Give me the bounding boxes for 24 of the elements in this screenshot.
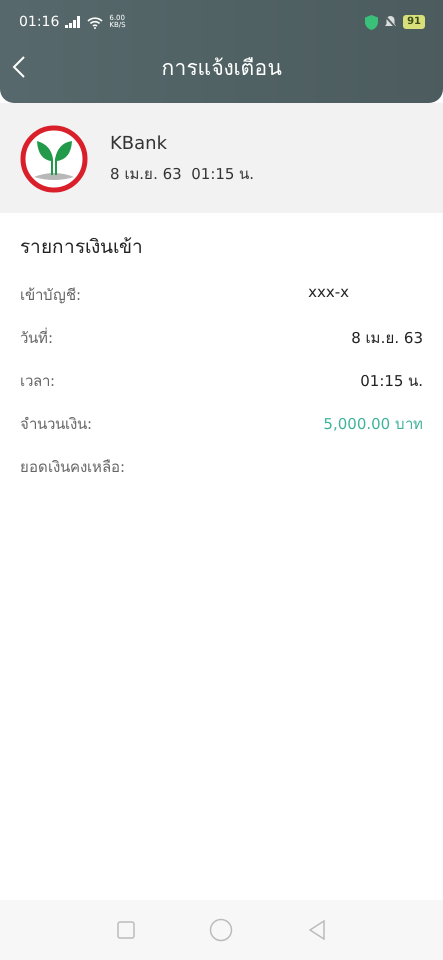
page-title: การแจ้งเตือน xyxy=(160,54,282,82)
home-button[interactable] xyxy=(209,918,234,942)
field-label: เข้าบัญชี: xyxy=(20,285,82,306)
bank-logo-icon xyxy=(20,125,88,193)
detail-title: รายการเงินเข้า xyxy=(20,235,144,260)
shield-icon xyxy=(365,14,378,30)
field-value: xxx-x xyxy=(308,283,349,301)
field-label: วันที่: xyxy=(20,326,54,349)
bell-muted-icon xyxy=(384,15,398,29)
wifi-icon xyxy=(87,16,104,28)
battery-indicator: 91 xyxy=(403,15,425,29)
field-value: 01:15 น. xyxy=(360,371,423,392)
notification-time: 8 เม.ย. 63 01:15 น. xyxy=(110,164,254,184)
clock: 01:16 xyxy=(19,14,60,30)
field-label: เวลา: xyxy=(20,371,56,392)
recents-button[interactable] xyxy=(117,921,136,939)
field-label: จำนวนเงิน: xyxy=(20,414,92,435)
back-nav-button[interactable] xyxy=(308,920,326,940)
field-label: ยอดเงินคงเหลือ: xyxy=(20,457,126,478)
back-button[interactable] xyxy=(12,55,26,79)
field-value: 5,000.00 บาท xyxy=(323,414,423,435)
field-value: 8 เม.ย. 63 xyxy=(351,328,423,349)
signal-icon xyxy=(65,16,82,28)
sender-name: KBank xyxy=(110,132,168,154)
